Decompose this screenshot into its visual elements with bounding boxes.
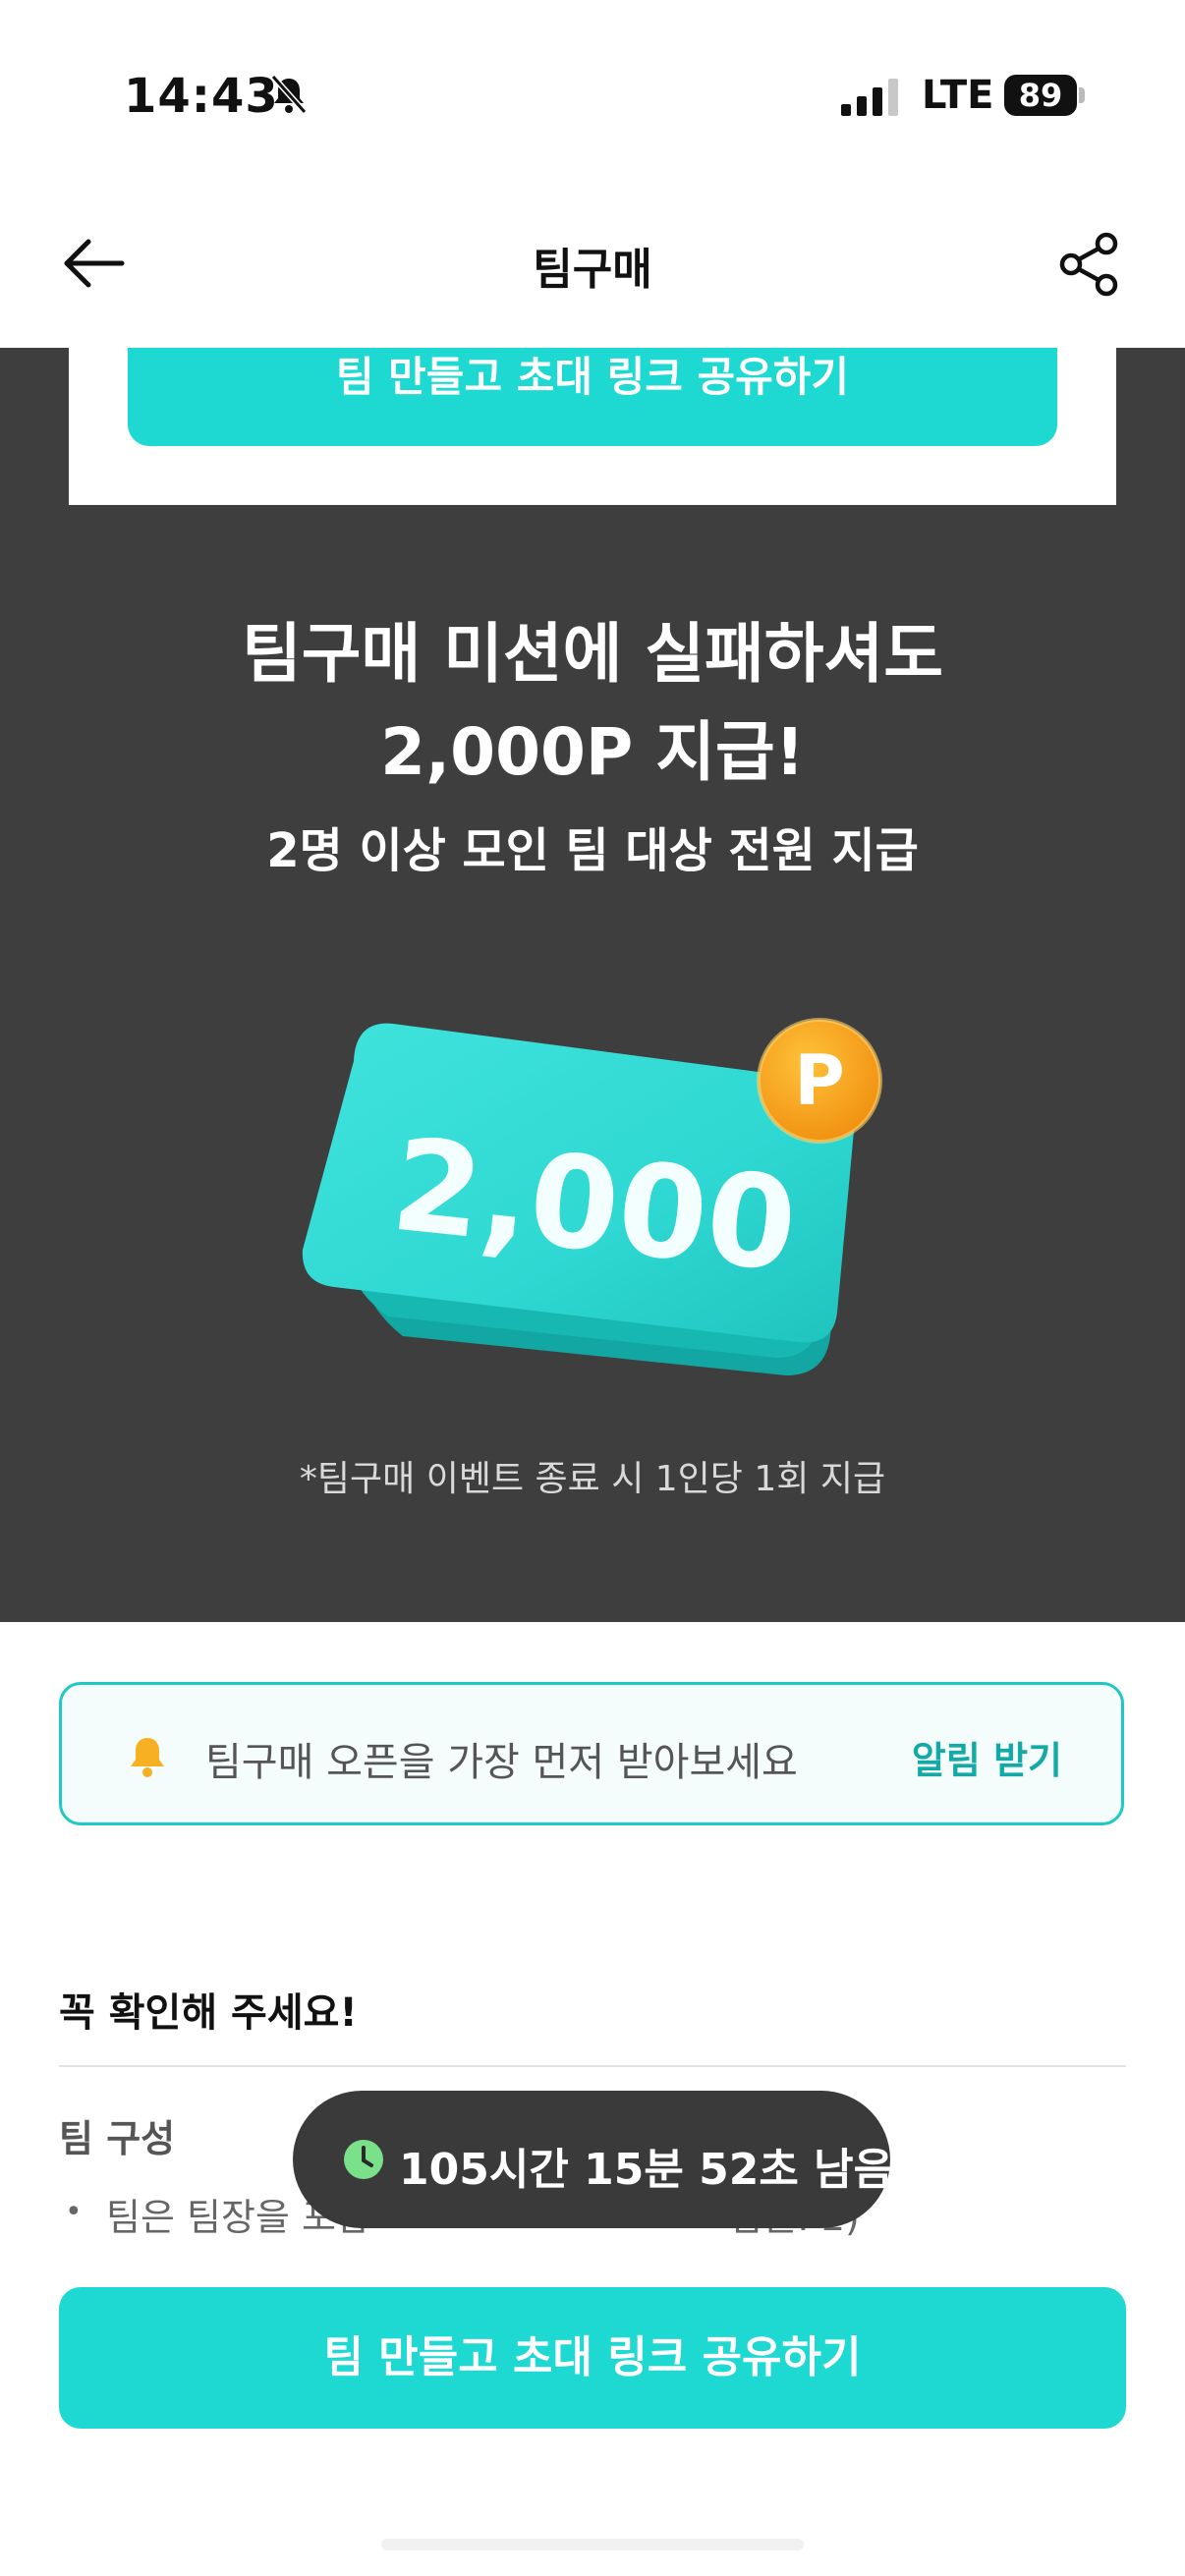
promo-subheadline: 2명 이상 모인 팀 대상 전원 지급 xyxy=(266,823,919,878)
point-card-illustration: 2,000 P xyxy=(302,1018,882,1375)
promo-section xyxy=(0,348,1185,1622)
share-icon[interactable] xyxy=(1055,230,1124,299)
countdown-toast: 105시간 15분 52초 남음 xyxy=(293,2091,894,2228)
promo-headline-line1: 팀구매 미션에 실패하셔도 xyxy=(242,616,943,692)
notification-signup-banner[interactable]: 팀구매 오픈을 가장 먼저 받아보세요 알림 받기 xyxy=(59,1682,1124,1825)
bullet-dot: • xyxy=(65,2195,83,2229)
notice-title: 꼭 확인해 주세요! xyxy=(59,1990,358,2036)
back-arrow-icon[interactable] xyxy=(59,234,130,293)
network-type: LTE xyxy=(922,73,994,118)
promo-headline-line2: 2,000P 지급! xyxy=(380,714,805,790)
team-composition-heading: 팀 구성 xyxy=(59,2117,176,2160)
create-team-share-button-top[interactable]: 팀 만들고 초대 링크 공유하기 xyxy=(128,348,1057,446)
promo-footnote: *팀구매 이벤트 종료 시 1인당 1회 지급 xyxy=(299,1459,886,1499)
page-title: 팀구매 xyxy=(533,245,652,295)
clock-icon xyxy=(344,2140,383,2179)
coin-badge-letter: P xyxy=(794,1040,844,1121)
status-time: 14:43 xyxy=(124,69,279,124)
battery-indicator: 89 xyxy=(1004,75,1085,116)
battery-level: 89 xyxy=(1004,75,1077,116)
notify-me-button[interactable]: 알림 받기 xyxy=(912,1730,1062,1784)
create-team-share-button[interactable]: 팀 만들고 초대 링크 공유하기 xyxy=(59,2287,1126,2429)
bell-muted-icon xyxy=(270,75,308,114)
home-indicator xyxy=(381,2539,804,2550)
battery-cap xyxy=(1079,87,1085,103)
bell-icon xyxy=(131,1738,164,1777)
notification-text: 팀구매 오픈을 가장 먼저 받아보세요 xyxy=(205,1740,798,1785)
cellular-signal-icon xyxy=(841,79,898,116)
divider xyxy=(59,2065,1126,2067)
countdown-text: 105시간 15분 52초 남음 xyxy=(399,2145,894,2195)
